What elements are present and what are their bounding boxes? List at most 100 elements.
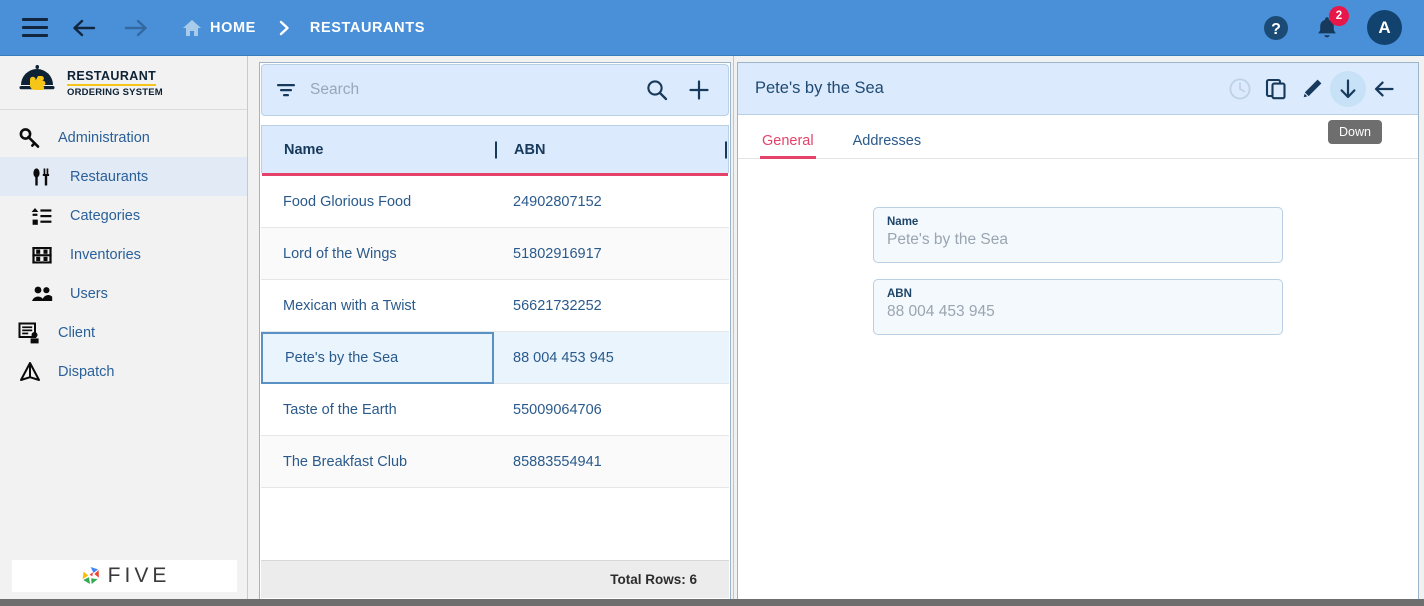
key-icon (14, 127, 46, 149)
arrow-down-icon[interactable] (1330, 70, 1366, 107)
table-row[interactable]: Mexican with a Twist 56621732252 (261, 280, 729, 332)
user-avatar[interactable]: A (1367, 10, 1402, 45)
sidebar-item-label: Restaurants (70, 168, 149, 185)
cell-abn: 56621732252 (513, 297, 602, 314)
app-root: HOME RESTAURANTS ? 2 A RESTAURANT ORDERI… (0, 0, 1424, 606)
filter-icon[interactable] (276, 81, 296, 99)
column-divider[interactable] (725, 141, 727, 158)
grid-footer: Total Rows: 6 (261, 560, 729, 598)
people-icon (26, 283, 58, 305)
table-row[interactable]: Taste of the Earth 55009064706 (261, 384, 729, 436)
column-header-label: ABN (514, 141, 546, 158)
hamburger-bar (22, 34, 48, 37)
search-icon[interactable] (646, 79, 668, 101)
list-bullet-icon (26, 205, 58, 227)
cell-abn: 88 004 453 945 (513, 349, 614, 366)
tab-addresses[interactable]: Addresses (851, 133, 924, 158)
hamburger-bar (22, 18, 48, 21)
detail-form: Name Pete's by the Sea ABN 88 004 453 94… (738, 159, 1418, 351)
table-row[interactable]: The Breakfast Club 85883554941 (261, 436, 729, 488)
sidebar-item-label: Client (58, 324, 96, 341)
cell-abn: 55009064706 (513, 401, 602, 418)
column-divider[interactable] (495, 141, 497, 158)
cell-abn: 85883554941 (513, 453, 602, 470)
cell-name: Food Glorious Food (283, 193, 412, 210)
table-row-selected[interactable]: Pete's by the Sea 88 004 453 945 (261, 331, 729, 384)
cell-name: Mexican with a Twist (283, 297, 416, 314)
cell-name: The Breakfast Club (283, 453, 408, 470)
detail-actions (1222, 70, 1402, 107)
dispatch-triangle-icon (14, 361, 46, 383)
notification-badge: 2 (1329, 5, 1349, 26)
notifications-bell-icon[interactable]: 2 (1315, 5, 1349, 41)
back-arrow-icon[interactable] (72, 18, 98, 38)
five-footer-logo: FIVE (12, 560, 237, 592)
table-row[interactable]: Food Glorious Food 24902807152 (261, 176, 729, 228)
sidebar-item-label: Users (70, 285, 108, 302)
field-name[interactable]: Name Pete's by the Sea (873, 207, 1283, 263)
column-header-label: Name (284, 141, 324, 158)
detail-title: Pete's by the Sea (755, 79, 884, 97)
field-label: ABN (887, 288, 912, 300)
shelf-icon (26, 244, 58, 266)
five-mark-icon (82, 567, 99, 584)
detail-tabs: General Addresses Down (738, 115, 1418, 159)
brand-line-1: RESTAURANT (67, 69, 157, 86)
cell-name: Pete's by the Sea (261, 331, 494, 384)
tab-general[interactable]: General (760, 133, 816, 159)
cell-name: Taste of the Earth (283, 401, 397, 418)
sidebar-item-inventories[interactable]: Inventories (0, 235, 247, 274)
sidebar-item-users[interactable]: Users (0, 274, 247, 313)
sidebar-item-administration[interactable]: Administration (0, 118, 247, 157)
help-circle-icon[interactable]: ? (1263, 15, 1289, 41)
cell-abn: 51802916917 (513, 245, 602, 262)
cell-name: Lord of the Wings (283, 245, 397, 262)
sidebar-item-label: Inventories (70, 246, 141, 263)
grid-body: Food Glorious Food 24902807152 Lord of t… (261, 176, 729, 562)
brand-text: RESTAURANT ORDERING SYSTEM (67, 67, 163, 98)
topbar-actions: ? 2 A (1263, 5, 1402, 45)
brand-logo: RESTAURANT ORDERING SYSTEM (0, 56, 247, 110)
forward-arrow-icon (122, 18, 148, 38)
copy-icon[interactable] (1258, 71, 1294, 107)
sidebar-item-label: Dispatch (58, 363, 115, 380)
table-row[interactable]: Lord of the Wings 51802916917 (261, 228, 729, 280)
sidebar-item-dispatch[interactable]: Dispatch (0, 352, 247, 391)
field-label: Name (887, 216, 919, 228)
field-abn[interactable]: ABN 88 004 453 945 (873, 279, 1283, 335)
cloche-hand-icon (18, 63, 58, 102)
search-input[interactable] (310, 81, 646, 99)
sidebar: RESTAURANT ORDERING SYSTEM Administratio… (0, 56, 248, 599)
five-logo-text: FIVE (107, 564, 171, 587)
home-icon (182, 19, 202, 37)
pencil-edit-icon[interactable] (1294, 71, 1330, 107)
sidebar-item-categories[interactable]: Categories (0, 196, 247, 235)
sidebar-item-client[interactable]: Client (0, 313, 247, 352)
horizontal-scrollbar[interactable] (0, 599, 1424, 606)
sidebar-item-label: Administration (58, 129, 150, 146)
sidebar-item-label: Categories (70, 207, 141, 224)
brand-line-2: ORDERING SYSTEM (67, 87, 163, 98)
total-rows-label: Total Rows: 6 (610, 572, 697, 587)
arrow-left-back-icon[interactable] (1366, 71, 1402, 107)
cell-abn: 24902807152 (513, 193, 602, 210)
top-app-bar: HOME RESTAURANTS ? 2 A (0, 0, 1424, 56)
history-clock-icon (1222, 71, 1258, 107)
field-value: 88 004 453 945 (887, 303, 995, 320)
client-card-icon (14, 321, 46, 345)
breadcrumb-home[interactable]: HOME (182, 19, 256, 37)
grid-header: Name ABN (261, 125, 729, 176)
column-header-abn[interactable]: ABN (495, 141, 728, 159)
hamburger-menu-icon[interactable] (22, 18, 48, 37)
detail-header: Pete's by the Sea (738, 63, 1418, 115)
column-header-name[interactable]: Name (262, 141, 495, 159)
tooltip-down: Down (1328, 120, 1382, 144)
hamburger-bar (22, 26, 48, 29)
svg-text:?: ? (1271, 21, 1281, 38)
sidebar-item-restaurants[interactable]: Restaurants (0, 157, 247, 196)
add-record-icon[interactable] (688, 79, 710, 101)
breadcrumb-home-label: HOME (210, 19, 256, 36)
restaurant-detail-panel: Pete's by the Sea General Addresses Down… (737, 62, 1419, 600)
panel-divider (733, 56, 734, 599)
search-bar (261, 64, 729, 116)
